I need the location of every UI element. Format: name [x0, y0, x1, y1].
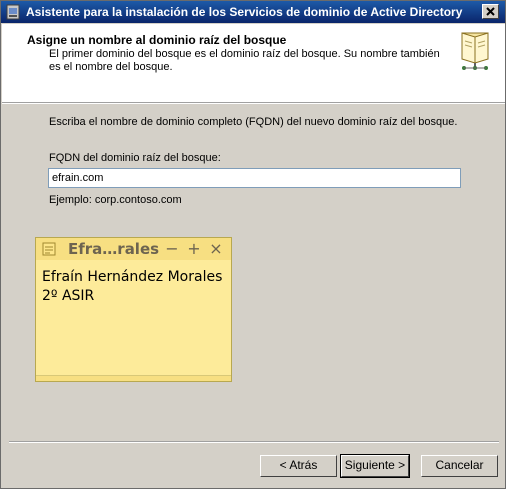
wizard-header: Asigne un nombre al dominio raíz del bos… [2, 24, 505, 103]
button-divider [9, 441, 499, 443]
fqdn-instructions: Escriba el nombre de dominio completo (F… [49, 116, 458, 128]
sticky-note-footer [36, 375, 231, 381]
title-bar[interactable]: Asistente para la instalación de los Ser… [1, 1, 505, 23]
sticky-note-titlebar[interactable]: Efra…rales − + × [36, 238, 231, 260]
note-icon [42, 242, 56, 256]
window-title: Asistente para la instalación de los Ser… [26, 5, 463, 19]
cancel-button[interactable]: Cancelar [421, 455, 498, 477]
close-button[interactable] [482, 4, 499, 19]
minimize-note-button[interactable]: − [162, 238, 182, 260]
close-icon [486, 7, 495, 16]
sticky-note-title: Efra…rales [68, 240, 160, 258]
fqdn-input[interactable] [48, 168, 461, 188]
next-button[interactable]: Siguiente > [340, 454, 410, 478]
page-description: El primer dominio del bosque es el domin… [49, 48, 440, 73]
back-button[interactable]: < Atrás [260, 455, 337, 477]
note-line-course: 2º ASIR [42, 288, 95, 304]
server-icon [6, 4, 20, 20]
close-note-button[interactable]: × [206, 238, 226, 260]
page-title: Asigne un nombre al dominio raíz del bos… [27, 33, 287, 47]
sticky-note-body[interactable]: Efraín Hernández Morales 2º ASIR [42, 268, 227, 306]
wizard-window: Asistente para la instalación de los Ser… [0, 0, 506, 489]
header-divider [2, 103, 505, 104]
fqdn-example: Ejemplo: corp.contoso.com [49, 194, 182, 206]
sticky-note[interactable]: Efra…rales − + × Efraín Hernández Morale… [35, 237, 232, 382]
note-line-name: Efraín Hernández Morales [42, 269, 223, 285]
add-note-button[interactable]: + [184, 238, 204, 260]
fqdn-label: FQDN del dominio raíz del bosque: [49, 152, 221, 164]
directory-book-icon [461, 32, 489, 70]
